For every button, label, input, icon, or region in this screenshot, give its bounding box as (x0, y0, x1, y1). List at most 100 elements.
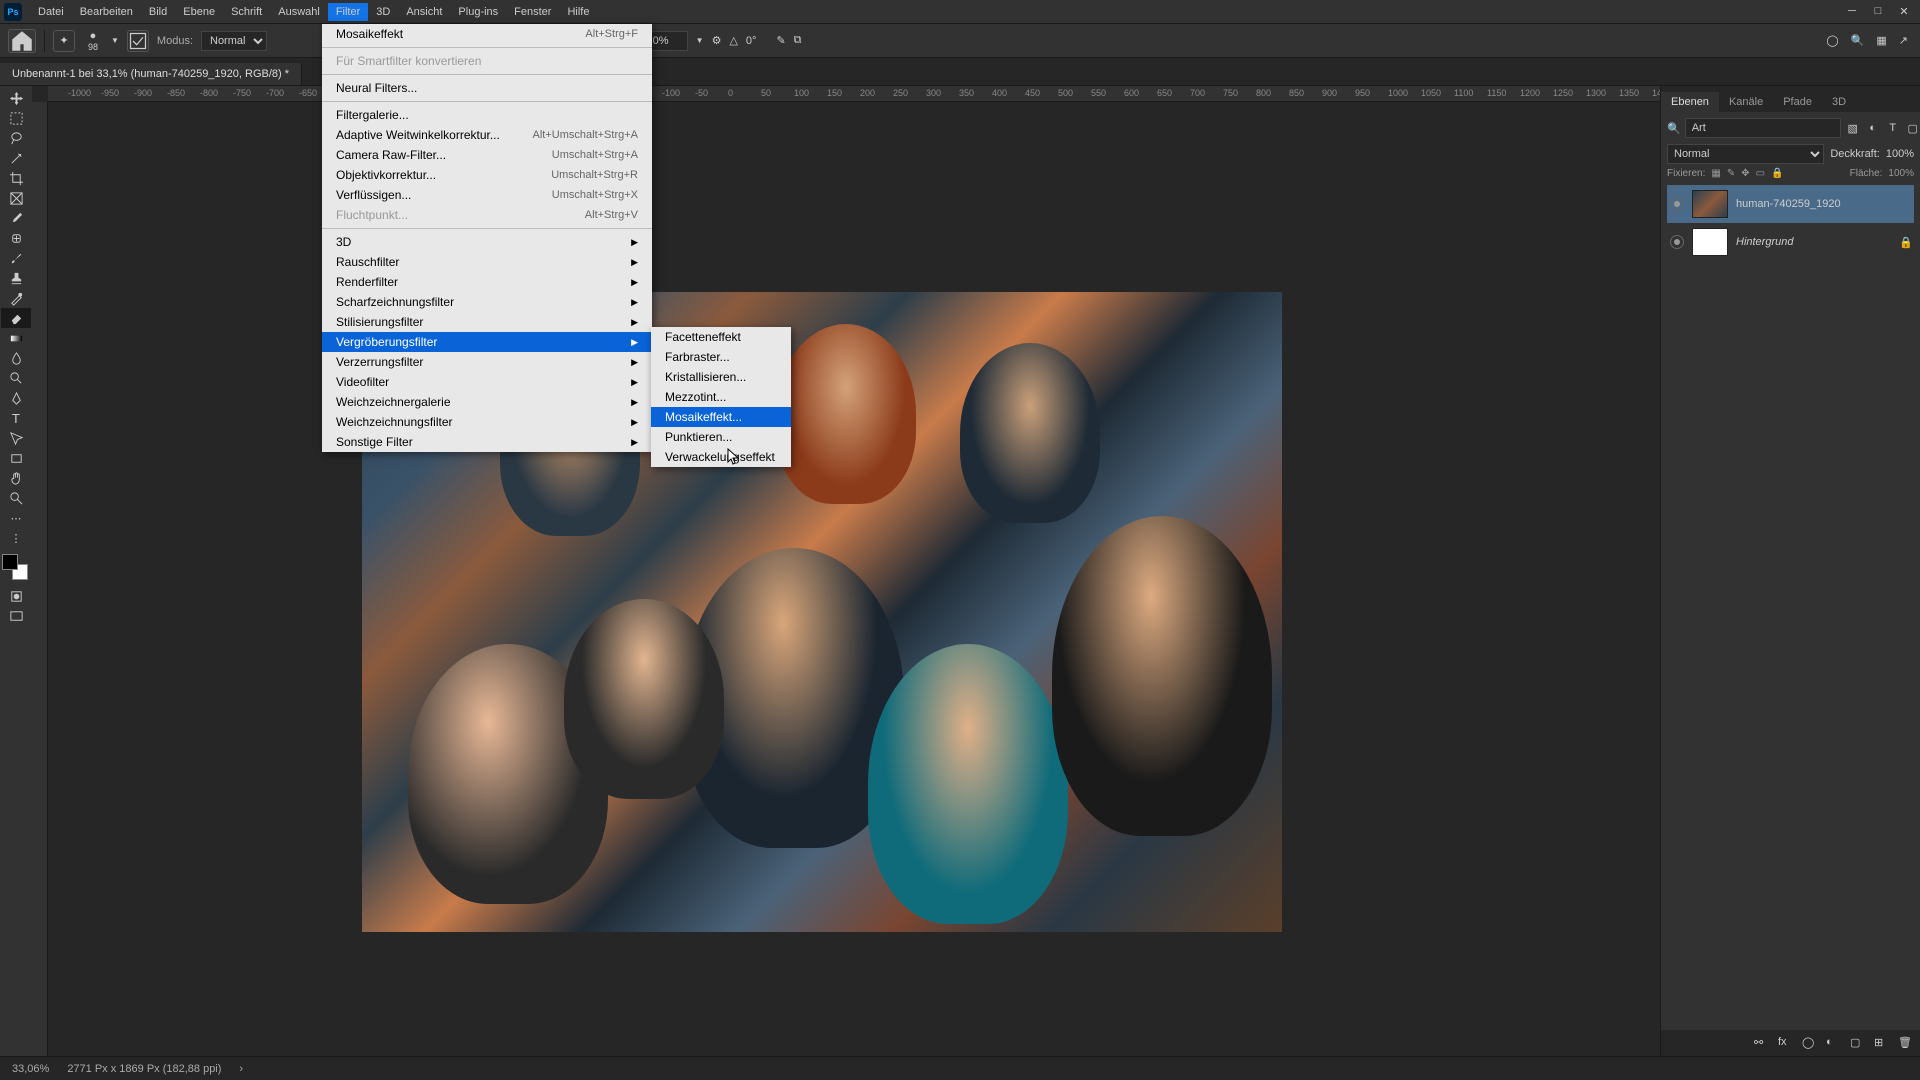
menu-item-pixelate[interactable]: Vergröberungsfilter▶ (322, 332, 652, 352)
zoom-tool[interactable] (1, 488, 31, 508)
group-icon[interactable]: ▢ (1850, 1036, 1864, 1050)
menu-item-vanish[interactable]: Fluchtpunkt...Alt+Strg+V (322, 205, 652, 225)
visibility-icon[interactable] (1670, 197, 1684, 211)
menu-item-adaptive[interactable]: Adaptive Weitwinkelkorrektur...Alt+Umsch… (322, 125, 652, 145)
submenu-mosaic[interactable]: Mosaikeffekt... (651, 407, 791, 427)
filter-type-icon[interactable]: T (1885, 120, 1901, 136)
search-icon[interactable]: 🔍 (1851, 34, 1865, 47)
menu-view[interactable]: Ansicht (398, 3, 450, 21)
tab-paths[interactable]: Pfade (1773, 92, 1822, 112)
link-icon[interactable]: ⚯ (1754, 1036, 1768, 1050)
lock-trans-icon[interactable]: ▦ (1711, 168, 1720, 179)
history-brush-tool[interactable] (1, 288, 31, 308)
workspace-icon[interactable]: ▦ (1876, 34, 1886, 47)
dodge-tool[interactable] (1, 368, 31, 388)
tool-preset[interactable]: ✦ (53, 30, 75, 52)
menu-window[interactable]: Fenster (506, 3, 559, 21)
filter-adjust-icon[interactable]: ◐ (1865, 120, 1881, 136)
submenu-facet[interactable]: Facetteneffekt (651, 327, 791, 347)
submenu-pointillize[interactable]: Punktieren... (651, 427, 791, 447)
pen-tool[interactable] (1, 388, 31, 408)
menu-item-neural[interactable]: Neural Filters... (322, 78, 652, 98)
gradient-tool[interactable] (1, 328, 31, 348)
more-tools[interactable]: ⋯ (1, 508, 31, 528)
menu-item-render[interactable]: Renderfilter▶ (322, 272, 652, 292)
brush-picker-chevron[interactable]: ▼ (111, 36, 119, 45)
smoothing-chevron[interactable]: ▼ (696, 36, 704, 45)
menu-item-stylize[interactable]: Stilisierungsfilter▶ (322, 312, 652, 332)
stamp-tool[interactable] (1, 268, 31, 288)
quickmask-tool[interactable] (1, 586, 31, 606)
menu-edit[interactable]: Bearbeiten (72, 3, 141, 21)
adjustment-icon[interactable]: ◐ (1826, 1036, 1840, 1050)
foreground-color[interactable] (2, 554, 18, 570)
layer-name[interactable]: human-740259_1920 (1736, 198, 1841, 210)
filter-pixel-icon[interactable]: ▧ (1845, 120, 1861, 136)
path-tool[interactable] (1, 428, 31, 448)
minimize-icon[interactable]: ─ (1846, 5, 1858, 18)
menu-item-smartfilter[interactable]: Für Smartfilter konvertieren (322, 51, 652, 71)
layer-blend-select[interactable]: Normal (1667, 144, 1824, 164)
submenu-halftone[interactable]: Farbraster... (651, 347, 791, 367)
menu-plugins[interactable]: Plug-ins (450, 3, 506, 21)
document-tab[interactable]: Unbenannt-1 bei 33,1% (human-740259_1920… (0, 63, 302, 85)
cloud-icon[interactable]: ◯ (1826, 34, 1838, 47)
close-icon[interactable]: ✕ (1898, 5, 1910, 18)
gear-icon[interactable]: ⚙ (712, 34, 722, 47)
hand-tool[interactable] (1, 468, 31, 488)
visibility-icon[interactable] (1670, 235, 1684, 249)
fill-value[interactable]: 100% (1888, 168, 1914, 179)
smoothing-input[interactable] (648, 31, 688, 51)
brush-tool[interactable] (1, 248, 31, 268)
wand-tool[interactable] (1, 148, 31, 168)
menu-image[interactable]: Bild (141, 3, 175, 21)
layer-filter-input[interactable] (1685, 118, 1841, 138)
layer-name[interactable]: Hintergrund (1736, 236, 1793, 248)
symmetry-icon[interactable]: ⧉ (794, 34, 802, 47)
menu-filter[interactable]: Filter (328, 3, 368, 21)
share-icon[interactable]: ↗ (1899, 34, 1908, 47)
doc-info[interactable]: 2771 Px x 1869 Px (182,88 ppi) (67, 1063, 221, 1075)
menu-item-gallery[interactable]: Filtergalerie... (322, 105, 652, 125)
menu-item-noise[interactable]: Rauschfilter▶ (322, 252, 652, 272)
submenu-fragment[interactable]: Verwackelungseffekt (651, 447, 791, 467)
submenu-crystallize[interactable]: Kristallisieren... (651, 367, 791, 387)
menu-item-lens[interactable]: Objektivkorrektur...Umschalt+Strg+R (322, 165, 652, 185)
filter-shape-icon[interactable]: ▢ (1905, 120, 1920, 136)
lock-all-icon[interactable]: 🔒 (1771, 168, 1783, 179)
ruler-vertical[interactable] (32, 102, 48, 1056)
menu-file[interactable]: Datei (30, 3, 72, 21)
menu-type[interactable]: Schrift (223, 3, 270, 21)
move-tool[interactable] (1, 88, 31, 108)
rectangle-tool[interactable] (1, 448, 31, 468)
layer-row[interactable]: Hintergrund 🔒 (1667, 223, 1914, 261)
home-button[interactable] (8, 29, 36, 53)
menu-select[interactable]: Auswahl (270, 3, 328, 21)
brush-settings-icon[interactable] (127, 30, 149, 52)
opacity-value[interactable]: 100% (1886, 148, 1914, 160)
tab-layers[interactable]: Ebenen (1661, 92, 1719, 112)
tab-3d[interactable]: 3D (1822, 92, 1856, 112)
maximize-icon[interactable]: □ (1872, 5, 1884, 18)
screenmode-tool[interactable] (1, 606, 31, 626)
menu-item-blurgallery[interactable]: Weichzeichnergalerie▶ (322, 392, 652, 412)
eyedropper-tool[interactable] (1, 208, 31, 228)
menu-3d[interactable]: 3D (368, 3, 398, 21)
marquee-tool[interactable] (1, 108, 31, 128)
crop-tool[interactable] (1, 168, 31, 188)
menu-item-distort[interactable]: Verzerrungsfilter▶ (322, 352, 652, 372)
eraser-tool[interactable] (1, 308, 31, 328)
lock-pos-icon[interactable]: ✥ (1741, 168, 1749, 179)
lock-nest-icon[interactable]: ▭ (1756, 168, 1765, 179)
blur-tool[interactable] (1, 348, 31, 368)
ruler-horizontal[interactable]: -1000-950-900-850-800-750-700-650-600-55… (48, 86, 1660, 102)
menu-item-blur[interactable]: Weichzeichnungsfilter▶ (322, 412, 652, 432)
lasso-tool[interactable] (1, 128, 31, 148)
menu-item-liquify[interactable]: Verflüssigen...Umschalt+Strg+X (322, 185, 652, 205)
info-chevron[interactable]: › (239, 1063, 243, 1075)
new-layer-icon[interactable]: ⊞ (1874, 1036, 1888, 1050)
color-swatches[interactable] (2, 554, 28, 580)
menu-item-other[interactable]: Sonstige Filter▶ (322, 432, 652, 452)
menu-item-last-filter[interactable]: MosaikeffektAlt+Strg+F (322, 24, 652, 44)
layer-thumbnail[interactable] (1692, 190, 1728, 218)
